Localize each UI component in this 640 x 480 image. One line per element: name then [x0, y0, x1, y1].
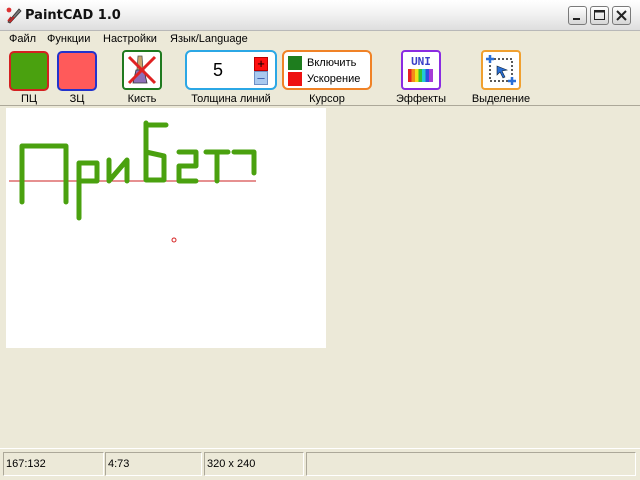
cursor-acceleration-label: Ускорение: [307, 73, 361, 85]
minimize-button[interactable]: [568, 6, 587, 25]
workspace: [2, 106, 636, 447]
thickness-increase-button[interactable]: +: [254, 57, 268, 71]
status-empty-panel: [306, 452, 636, 476]
line-thickness-label: Толщина линий: [191, 93, 271, 105]
cursor-options: Включить Ускорение: [282, 50, 372, 90]
effects-label: Эффекты: [395, 93, 446, 105]
minimize-icon: [573, 18, 580, 20]
title-bar[interactable]: PaintCAD 1.0: [0, 0, 640, 31]
status-secondary-position: 4:73: [105, 452, 202, 476]
cursor-label: Курсор: [309, 93, 345, 105]
app-window: PaintCAD 1.0 Файл Функции Настройки Язык…: [0, 0, 640, 480]
menu-settings[interactable]: Настройки: [103, 33, 157, 46]
maximize-button[interactable]: [590, 6, 609, 25]
brush-label: Кисть: [127, 93, 157, 105]
selection-label: Выделение: [471, 93, 531, 105]
line-thickness-control: 5 + –: [185, 50, 277, 90]
selection-button[interactable]: [481, 50, 521, 90]
handwritten-strokes: [19, 120, 257, 221]
drawing-canvas[interactable]: [6, 108, 326, 348]
maximize-icon: [594, 10, 605, 20]
secondary-color-label: ЗЦ: [69, 93, 85, 105]
brush-button[interactable]: [122, 50, 162, 90]
menu-functions[interactable]: Функции: [47, 33, 90, 46]
status-bar: 167:132 4:73 320 x 240: [0, 448, 640, 480]
window-title: PaintCAD 1.0: [25, 8, 121, 23]
menu-language[interactable]: Язык/Language: [170, 33, 248, 46]
effects-icon-text: UNI: [411, 55, 431, 68]
cursor-marker: [171, 237, 177, 243]
cursor-enable-indicator: [288, 56, 302, 70]
close-icon: [616, 10, 627, 21]
selection-icon: [486, 55, 516, 85]
primary-color-label: ПЦ: [20, 93, 38, 105]
thickness-decrease-button[interactable]: –: [254, 71, 268, 85]
cursor-acceleration-indicator: [288, 72, 302, 86]
status-cursor-position: 167:132: [3, 452, 104, 476]
crossed-brush-icon: [127, 55, 157, 85]
toolbar: ПЦ ЗЦ Кисть 5 + – Толщина линий Включить: [0, 47, 640, 106]
status-canvas-size: 320 x 240: [204, 452, 304, 476]
primary-color-swatch[interactable]: [9, 51, 49, 91]
cursor-enable-label: Включить: [307, 57, 357, 69]
canvas-drawing: [9, 120, 257, 243]
close-button[interactable]: [612, 6, 631, 25]
line-thickness-value: 5: [213, 60, 224, 80]
effects-button[interactable]: UNI: [401, 50, 441, 90]
effects-icon: UNI: [408, 55, 433, 82]
menu-bar: Файл Функции Настройки Язык/Language: [0, 31, 640, 47]
secondary-color-swatch[interactable]: [57, 51, 97, 91]
menu-file[interactable]: Файл: [9, 33, 36, 46]
app-icon: [6, 7, 22, 24]
